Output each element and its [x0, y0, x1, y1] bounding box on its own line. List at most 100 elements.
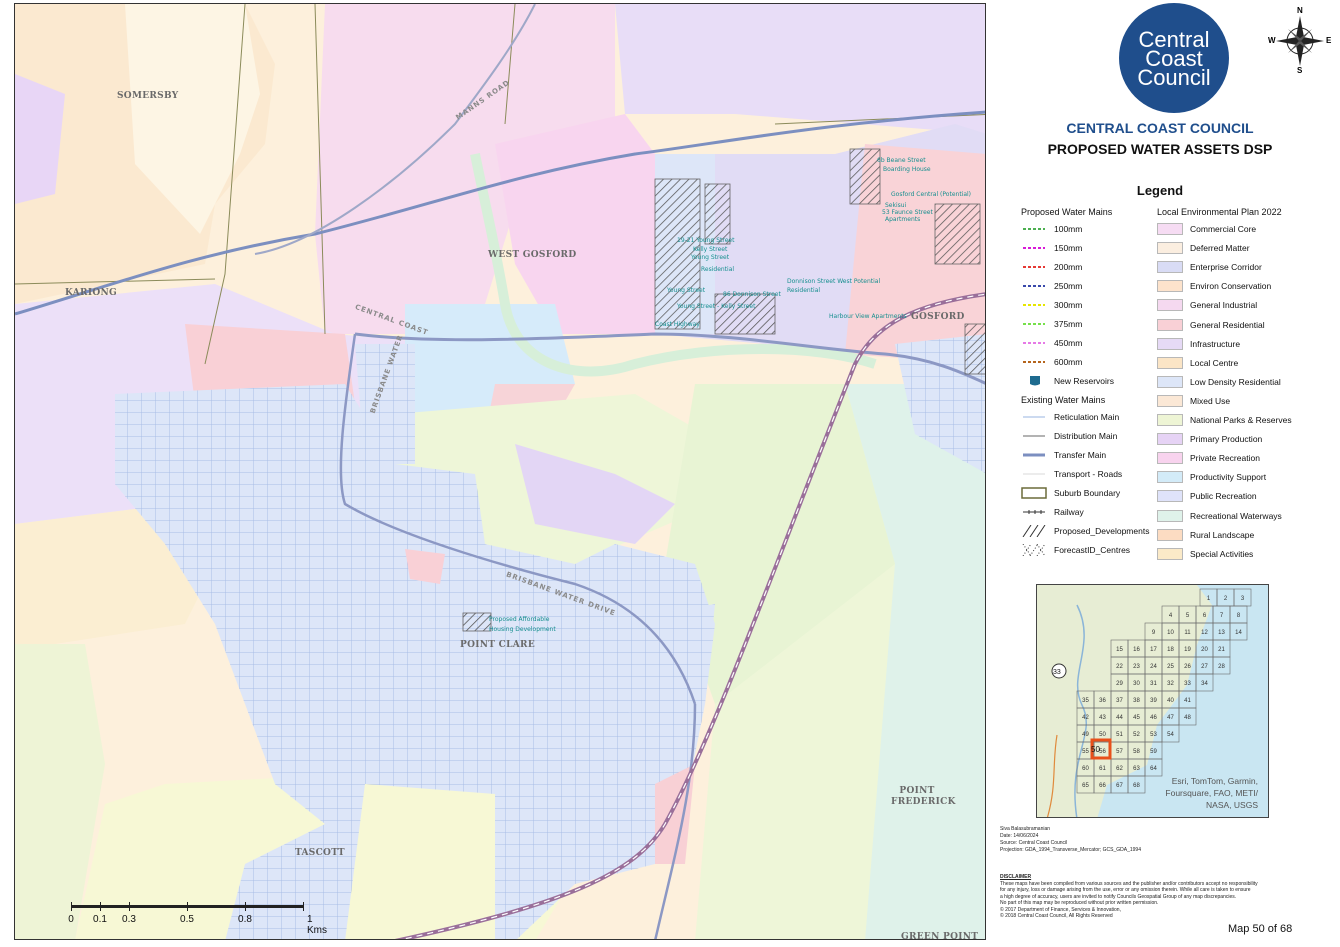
legend-item-lep: Primary Production	[1157, 432, 1262, 446]
index-tile-number: 17	[1150, 647, 1157, 653]
legend-item-lep: Rural Landscape	[1157, 528, 1254, 542]
lep-swatch	[1157, 414, 1183, 426]
legend-item-lep: Deferred Matter	[1157, 241, 1250, 255]
proposed-development-kelly-street[interactable]	[704, 183, 731, 245]
lep-swatch	[1157, 261, 1183, 274]
council-logo: Central Coast Council	[1119, 3, 1229, 113]
label-point-frederick: POINT FREDERICK	[891, 786, 956, 807]
dashed-line-icon	[1021, 261, 1047, 273]
meta-projection: Projection: GDA_1994_Transverse_Mercator…	[1000, 847, 1141, 853]
legend-item-lep: Special Activities	[1157, 547, 1253, 561]
proposed-development-faunce-street[interactable]	[934, 203, 981, 265]
dev-label: Young Street	[691, 254, 730, 261]
index-tile-number: 37	[1116, 698, 1123, 704]
index-tile-number: 25	[1167, 664, 1174, 670]
label-point-clare: POINT CLARE	[460, 640, 535, 650]
index-tile-number: 35	[1082, 698, 1089, 704]
legend-label: 150mm	[1054, 243, 1083, 253]
map-canvas[interactable]	[15, 4, 986, 940]
legend-item-forecast-centres: ForecastID_Centres	[1021, 543, 1130, 557]
dev-label: Sekisui	[885, 202, 907, 209]
line-icon	[1021, 430, 1047, 442]
legend-label: Recreational Waterways	[1190, 510, 1282, 521]
legend-item-100mm: 100mm	[1021, 222, 1082, 236]
legend-item-200mm: 200mm	[1021, 260, 1082, 274]
logo-line: Council	[1137, 65, 1211, 90]
index-tile-number: 67	[1116, 783, 1123, 789]
legend-item-lep: Low Density Residential	[1157, 375, 1281, 389]
lep-swatch	[1157, 547, 1183, 560]
credit-line: Foursquare, FAO, METI/	[1165, 788, 1258, 798]
scale-tick	[303, 902, 304, 911]
legend-label: Deferred Matter	[1190, 243, 1250, 254]
map-metadata: Siva Balasubramanian Date: 14/06/2024 So…	[1000, 826, 1320, 854]
legend-item-distribution: Distribution Main	[1021, 429, 1117, 443]
index-map-credit: Esri, TomTom, Garmin, Foursquare, FAO, M…	[1165, 775, 1258, 811]
index-tile-number: 26	[1184, 664, 1191, 670]
legend-item-proposed-developments: Proposed_Developments	[1021, 524, 1149, 538]
scale-tick	[100, 902, 101, 911]
scale-label: 0.8	[238, 914, 252, 925]
index-tile-number: 36	[1099, 698, 1106, 704]
street-grid-kariong	[355, 344, 415, 464]
boundary-box-icon	[1021, 487, 1047, 499]
lep-swatch	[1157, 394, 1183, 407]
scale-label: 0.5	[180, 914, 194, 925]
dev-label: Young Street - Kelly Street	[677, 303, 756, 310]
map-title: PROPOSED WATER ASSETS DSP	[1047, 141, 1273, 157]
dashed-line-icon	[1021, 356, 1047, 368]
dev-label: Boarding House	[883, 166, 931, 173]
compass-w: W	[1268, 36, 1276, 45]
index-tile-number: 43	[1099, 715, 1106, 721]
proposed-development-beane-street[interactable]	[849, 148, 881, 205]
index-tile-number: 20	[1201, 647, 1208, 653]
dashed-line-icon	[1021, 299, 1047, 311]
legend-item-suburb-boundary: Suburb Boundary	[1021, 486, 1120, 500]
legend-title: Legend	[1136, 183, 1184, 198]
index-tile-number: 34	[1201, 681, 1208, 687]
index-tile-number: 50	[1099, 732, 1106, 738]
meta-date: Date: 14/06/2024	[1000, 833, 1039, 839]
legend-label: Productivity Support	[1190, 472, 1267, 483]
legend-label: 100mm	[1054, 224, 1083, 234]
index-tile-number: 52	[1133, 732, 1140, 738]
legend-label: Reticulation Main	[1054, 412, 1120, 422]
legend-item-lep: Private Recreation	[1157, 451, 1260, 465]
railway-icon	[1021, 506, 1047, 518]
proposed-development-donnison-west[interactable]	[714, 293, 776, 335]
index-current-label: 50	[1091, 745, 1100, 754]
index-tile-number: 33	[1184, 681, 1191, 687]
main-map[interactable]: SOMERSBY KARIONG WEST GOSFORD GOSFORD PO…	[14, 3, 986, 940]
lep-swatch	[1157, 528, 1183, 541]
legend-label: Transport - Roads	[1054, 469, 1123, 479]
legend-label: Private Recreation	[1190, 453, 1260, 464]
legend-item-300mm: 300mm	[1021, 298, 1082, 312]
legend-label: 300mm	[1054, 300, 1083, 310]
scale-tick	[71, 902, 72, 911]
index-tile-number: 14	[1235, 630, 1242, 636]
compass-s: S	[1297, 66, 1303, 75]
proposed-development-point-clare[interactable]	[462, 612, 492, 632]
lep-swatch	[1157, 299, 1183, 312]
legend-label: 450mm	[1054, 338, 1083, 348]
legend-label: 375mm	[1054, 319, 1083, 329]
index-tile-number: 11	[1184, 630, 1191, 636]
legend-item-lep: General Industrial	[1157, 298, 1257, 312]
index-tile-number: 15	[1116, 647, 1123, 653]
hatch-icon	[1021, 524, 1047, 538]
dev-label: 6b Beane Street	[877, 157, 926, 164]
legend-item-600mm: 600mm	[1021, 355, 1082, 369]
index-tile-number: 13	[1218, 630, 1225, 636]
label-west-gosford: WEST GOSFORD	[488, 250, 577, 260]
index-tile-number: 47	[1167, 715, 1174, 721]
dev-label: Housing Development	[489, 626, 556, 633]
scale-tick	[129, 902, 130, 911]
index-map[interactable]: 1 2 3 4 5 6 7 8 9 10 11 12 13 14 15 16 17 18 19 20 21 22 23 24 2…	[1036, 584, 1269, 818]
index-tile-number: 27	[1201, 664, 1208, 670]
dotted-hatch-icon	[1021, 543, 1047, 557]
label-somersby: SOMERSBY	[117, 91, 179, 101]
legend-label: Low Density Residential	[1190, 376, 1281, 387]
legend-item-lep: Enterprise Corridor	[1157, 260, 1262, 274]
legend-item-lep: National Parks & Reserves	[1157, 413, 1292, 427]
proposed-development-gosford-east[interactable]	[964, 323, 986, 375]
